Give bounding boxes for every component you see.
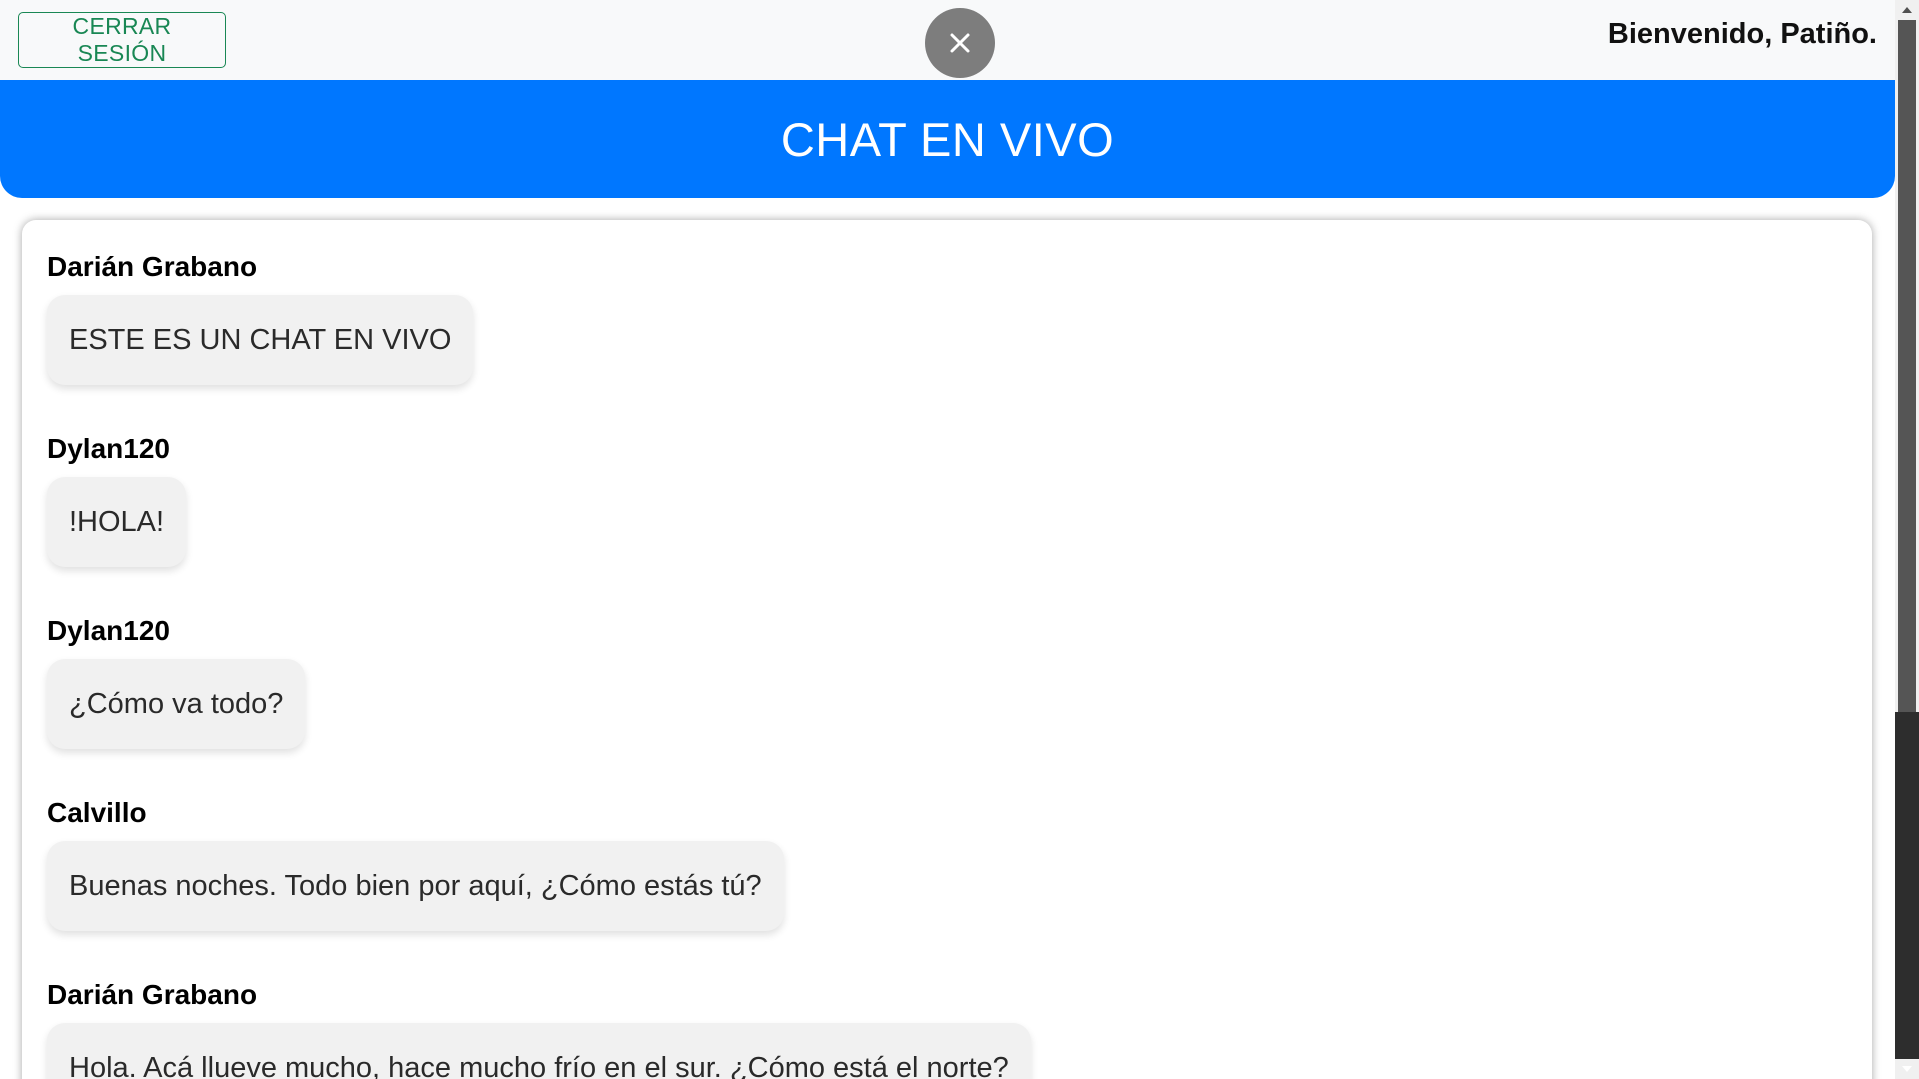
message-item: Dylan120 ¿Cómo va todo?	[47, 614, 306, 749]
message-bubble: Hola. Acá llueve mucho, hace mucho frío …	[47, 1023, 1031, 1079]
message-author: Dylan120	[47, 615, 170, 646]
chevron-up-icon	[1902, 7, 1912, 13]
message-bubble: ¿Cómo va todo?	[47, 659, 306, 749]
chat-panel: Darián Grabano ESTE ES UN CHAT EN VIVO D…	[22, 220, 1872, 1079]
message-author: Darián Grabano	[47, 251, 258, 282]
message-item: Darián Grabano Hola. Acá llueve mucho, h…	[47, 978, 1031, 1079]
message-author: Calvillo	[47, 797, 147, 828]
scroll-track[interactable]	[1895, 712, 1919, 1059]
chevron-down-icon	[1902, 1066, 1912, 1072]
message-item: Darián Grabano ESTE ES UN CHAT EN VIVO	[47, 250, 474, 385]
chat-title: CHAT EN VIVO	[780, 112, 1115, 166]
message-bubble: ESTE ES UN CHAT EN VIVO	[47, 295, 474, 385]
page: CERRAR SESIÓN Bienvenido, Patiño. CHAT E…	[0, 0, 1919, 1079]
close-icon	[950, 33, 970, 53]
chat-header: CHAT EN VIVO	[0, 80, 1895, 198]
close-button[interactable]	[925, 8, 995, 78]
top-navbar: CERRAR SESIÓN Bienvenido, Patiño.	[0, 0, 1895, 80]
message-item: Calvillo Buenas noches. Todo bien por aq…	[47, 796, 784, 931]
scroll-down-arrow[interactable]	[1895, 1059, 1919, 1079]
message-author: Darián Grabano	[47, 979, 258, 1010]
message-bubble: !HOLA!	[47, 477, 187, 567]
message-author: Dylan120	[47, 433, 170, 464]
welcome-text: Bienvenido, Patiño.	[1607, 18, 1877, 50]
message-bubble: Buenas noches. Todo bien por aquí, ¿Cómo…	[47, 841, 784, 931]
page-scrollbar[interactable]	[1895, 0, 1919, 1079]
scroll-thumb[interactable]	[1898, 20, 1916, 712]
logout-button[interactable]: CERRAR SESIÓN	[18, 12, 226, 68]
message-item: Dylan120 !HOLA!	[47, 432, 187, 567]
scroll-up-arrow[interactable]	[1895, 0, 1919, 20]
